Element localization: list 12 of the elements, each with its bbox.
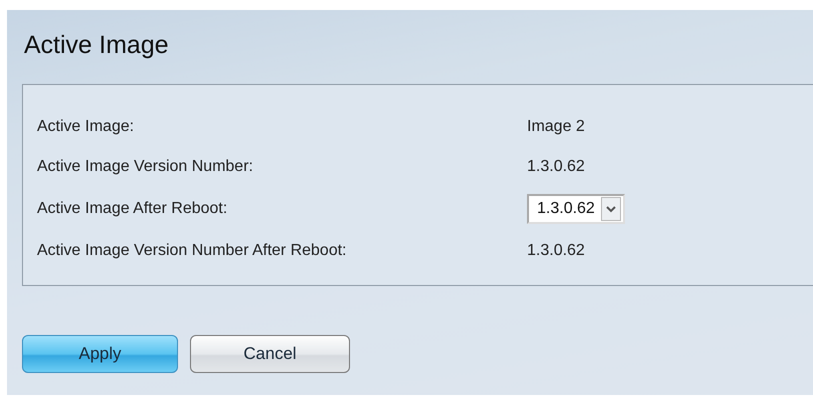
field-label: Active Image After Reboot: bbox=[37, 200, 228, 218]
field-label: Active Image Version Number: bbox=[37, 158, 254, 176]
page-title: Active Image bbox=[24, 30, 170, 60]
field-value: Image 2 bbox=[527, 118, 585, 136]
field-value: 1.3.0.62 bbox=[527, 158, 585, 176]
field-label: Active Image Version Number After Reboot: bbox=[37, 242, 348, 260]
apply-button[interactable]: Apply bbox=[22, 335, 178, 373]
caret-icon bbox=[600, 197, 621, 221]
cancel-button[interactable]: Cancel bbox=[190, 335, 350, 373]
field-label: Active Image: bbox=[37, 118, 135, 136]
version-dropdown[interactable]: 1.3.0.62 bbox=[527, 194, 625, 224]
field-value: 1.3.0.62 bbox=[527, 242, 585, 260]
